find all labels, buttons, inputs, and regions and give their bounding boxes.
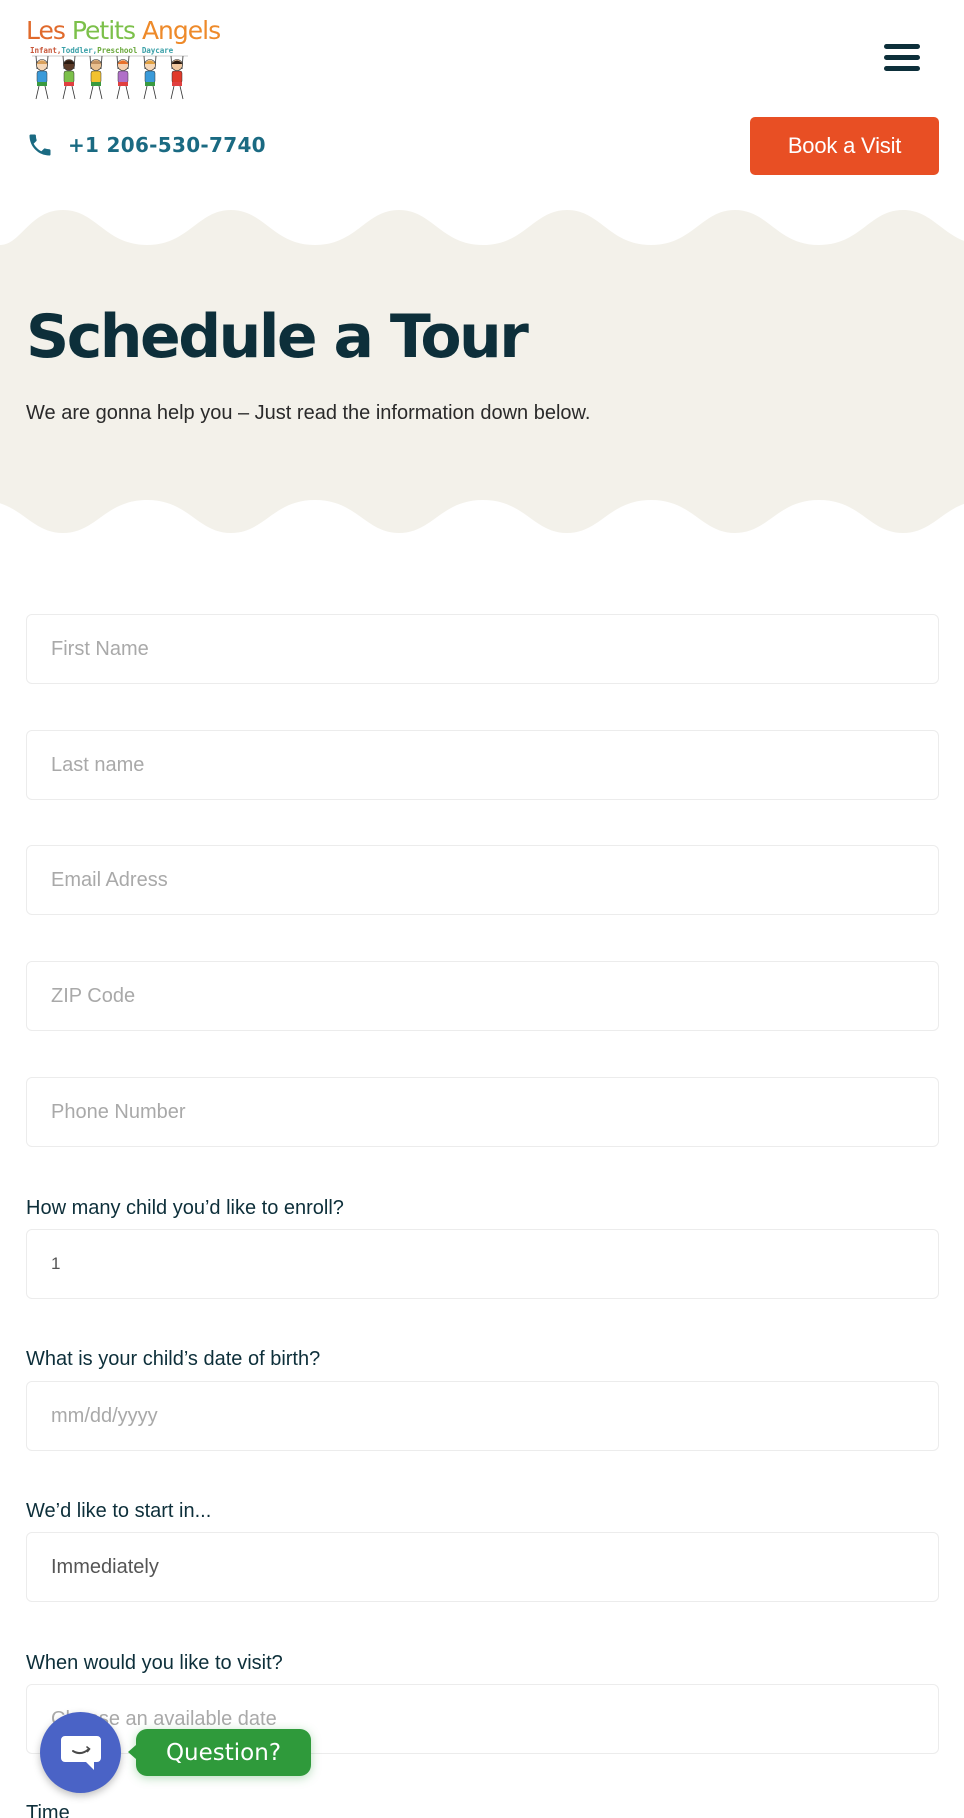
logo-word-angels: Angels [141,16,221,45]
hamburger-menu-button[interactable] [884,44,920,72]
logo-kid-figure [35,55,49,100]
dob-input[interactable] [26,1381,939,1451]
zip-code-input[interactable] [26,961,939,1031]
logo-title: Les Petits Angels [26,16,221,45]
book-a-visit-button[interactable]: Book a Visit [750,117,939,175]
first-name-input[interactable] [26,614,939,684]
last-name-input[interactable] [26,730,939,800]
chat-question-tooltip[interactable]: Question? [136,1729,311,1776]
logo-kids-illustration [32,55,188,100]
logo-tag-daycare: Daycare [141,46,174,55]
phone-link[interactable]: +1 206-530-7740 [26,130,266,160]
logo-kid-figure [170,55,184,100]
logo-tag-preschool: Preschool [97,46,138,55]
logo-kid-figure [116,55,130,100]
phone-number-input[interactable] [26,1077,939,1147]
chat-tooltip-arrow [128,1745,136,1759]
page-subtitle: We are gonna help you – Just read the in… [26,402,591,424]
logo-word-les: Les [26,16,66,45]
chat-button[interactable] [40,1712,121,1793]
phone-icon [29,134,51,156]
page-title: Schedule a Tour [26,302,529,372]
logo-kid-figure [143,55,157,100]
logo-kid-figure [89,55,103,100]
logo-tagline: Infant,Toddler,Preschool Daycare [30,46,173,55]
hamburger-line [884,44,920,49]
site-logo[interactable]: Les Petits Angels Infant,Toddler,Prescho… [24,16,221,104]
logo-tag-infant: Infant, [30,46,62,55]
phone-number[interactable]: +1 206-530-7740 [68,133,266,157]
logo-tag-toddler: Toddler, [61,46,98,55]
hamburger-line [884,66,920,71]
time-label: Time [26,1802,70,1818]
hero-background-scalloped [0,210,964,533]
email-input[interactable] [26,845,939,915]
hamburger-line [884,55,920,60]
logo-word-petits: Petits [71,16,136,45]
start-date-select[interactable] [26,1532,939,1602]
visit-date-label: When would you like to visit? [26,1652,283,1674]
children-count-label: How many child you’d like to enroll? [26,1197,344,1219]
dob-label: What is your child’s date of birth? [26,1348,321,1370]
children-count-input[interactable] [26,1229,939,1299]
logo-kid-figure [62,55,76,100]
chat-bubble-icon [60,1735,101,1770]
start-date-label: We’d like to start in... [26,1500,212,1522]
